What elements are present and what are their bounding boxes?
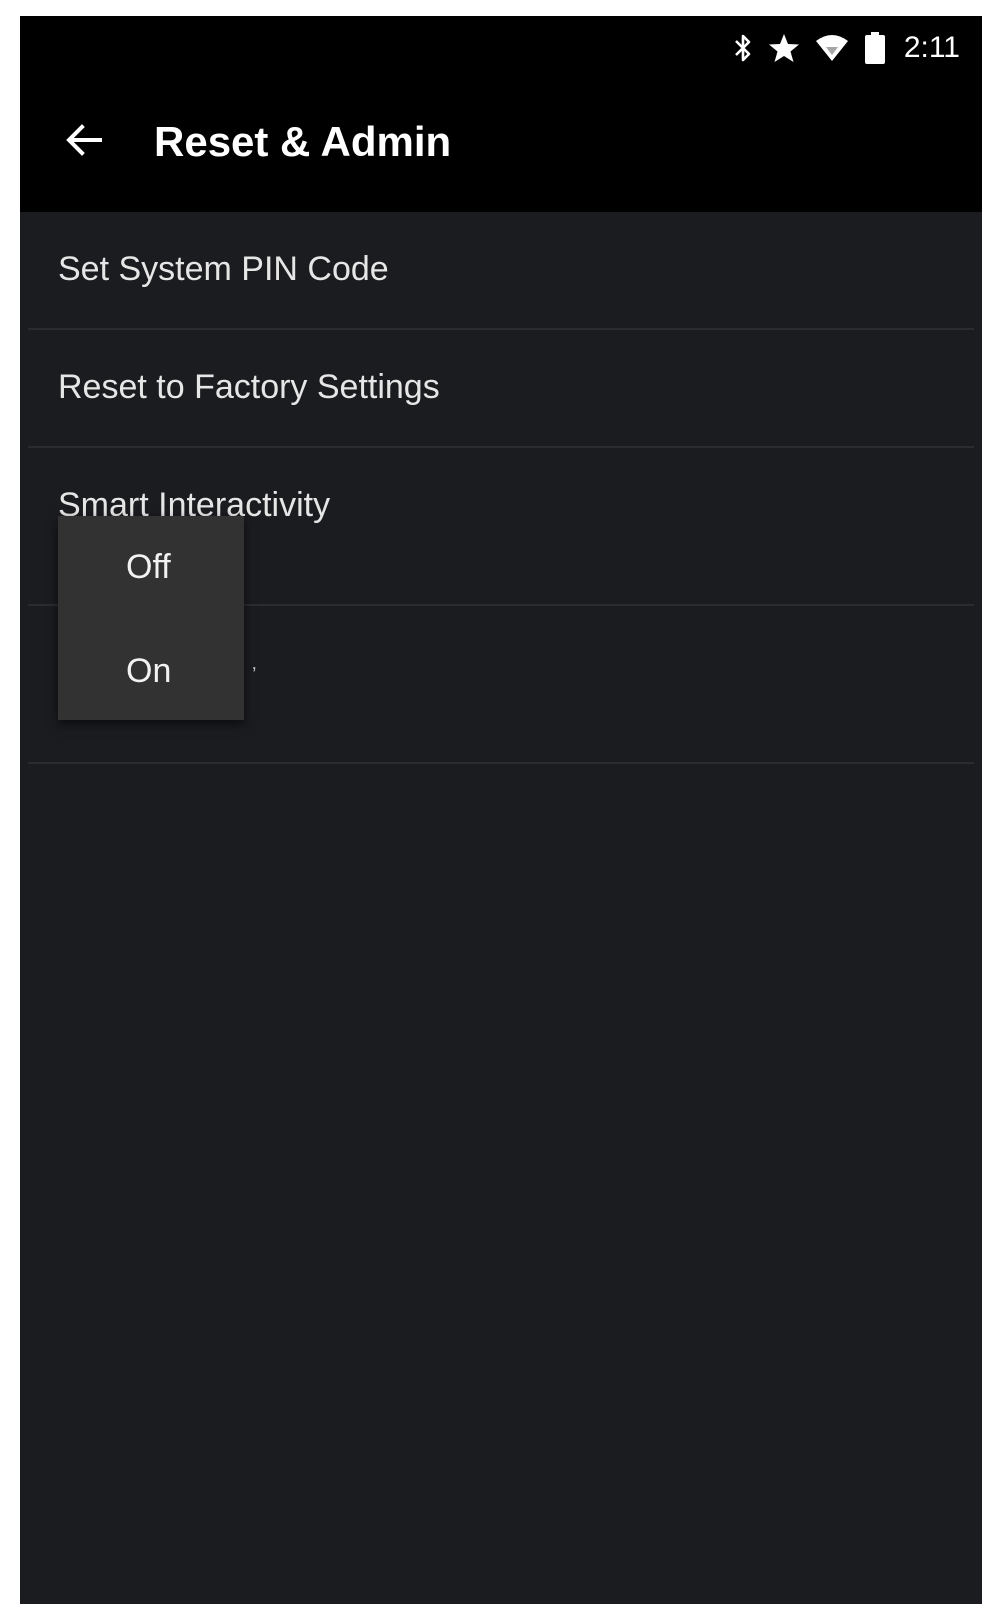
menu-item-label: Reset to Factory Settings [58, 368, 440, 406]
dropdown-option-on[interactable]: On [58, 618, 244, 720]
menu-item-reset-to-factory-settings[interactable]: Reset to Factory Settings [28, 330, 974, 448]
menu-item-set-system-pin-code[interactable]: Set System PIN Code [28, 212, 974, 330]
app-bar: Reset & Admin [20, 80, 982, 212]
page-title: Reset & Admin [154, 118, 452, 165]
status-bar: 2:11 [20, 16, 982, 80]
phone-screen: 2:11 Reset & Admin Set System PIN Code R… [20, 16, 982, 1604]
obscured-text-fragment: ‚ [252, 652, 257, 674]
arrow-left-icon [64, 122, 104, 163]
clock: 2:11 [903, 31, 960, 64]
bluetooth-icon [732, 31, 754, 65]
star-icon [768, 31, 800, 65]
dropdown-option-off[interactable]: Off [58, 516, 244, 618]
smart-interactivity-dropdown: Off On [58, 516, 244, 720]
dropdown-option-label: Off [126, 548, 171, 586]
wifi-icon [814, 31, 850, 65]
battery-icon [864, 31, 886, 65]
back-button[interactable] [56, 114, 112, 170]
status-icons: 2:11 [732, 28, 960, 68]
dropdown-option-label: On [126, 652, 172, 690]
menu-item-label: Set System PIN Code [58, 250, 389, 288]
